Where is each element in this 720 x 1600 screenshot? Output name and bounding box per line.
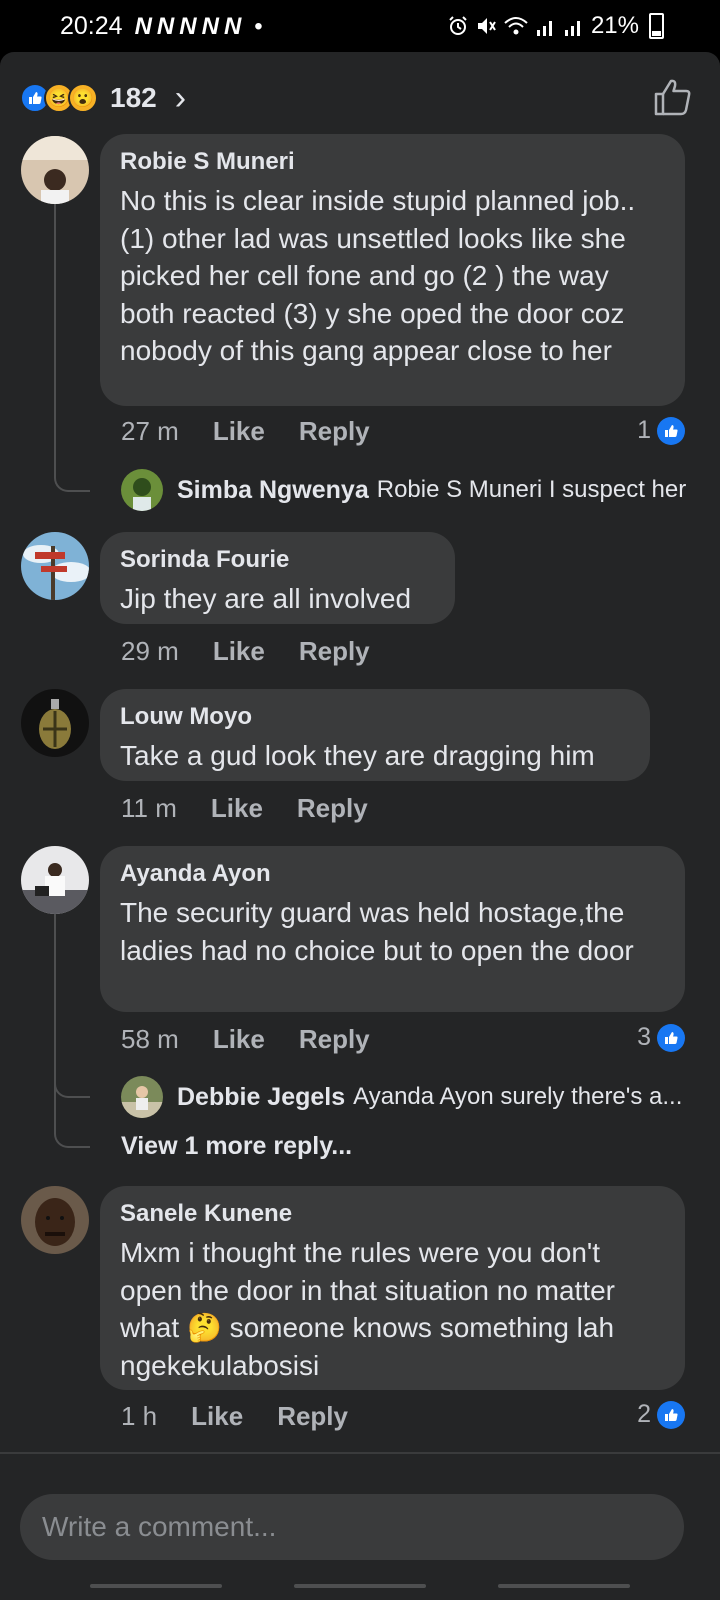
view-more-replies-link[interactable]: View 1 more reply... xyxy=(121,1132,352,1161)
status-left: 20:24 N N N N N • xyxy=(60,12,263,41)
comment-actions: 11 m Like Reply xyxy=(121,793,402,824)
like-button[interactable]: Like xyxy=(213,636,265,667)
gesture-nav-bar xyxy=(0,1580,720,1600)
reactions-summary[interactable]: 😆 😮 182 › xyxy=(20,76,186,120)
comment-bubble[interactable]: Ayanda Ayon The security guard was held … xyxy=(100,846,685,1012)
avatar[interactable] xyxy=(21,846,89,914)
reaction-count: 182 xyxy=(110,82,157,113)
thinking-face-emoji: 🤔 xyxy=(186,1312,222,1343)
like-button[interactable]: Like xyxy=(213,416,265,447)
notification-icon: N xyxy=(201,12,220,40)
like-reaction-icon xyxy=(657,416,685,445)
reply-text: Ayanda Ayon surely there's a... xyxy=(353,1083,683,1110)
reply-button[interactable]: Reply xyxy=(277,1401,348,1432)
battery-icon xyxy=(649,13,664,39)
reply-author-name[interactable]: Debbie Jegels xyxy=(177,1083,345,1112)
comment-bubble[interactable]: Robie S Muneri No this is clear inside s… xyxy=(100,134,685,406)
thread-line xyxy=(54,914,90,1148)
like-reaction-icon xyxy=(657,1023,685,1052)
commenter-name[interactable]: Louw Moyo xyxy=(120,703,630,731)
avatar[interactable] xyxy=(21,136,89,204)
avatar[interactable] xyxy=(121,469,163,511)
reply-preview[interactable]: Simba Ngwenya Robie S Muneri I suspect h… xyxy=(121,469,686,511)
avatar[interactable] xyxy=(21,1186,89,1254)
reaction-count: 1 xyxy=(637,416,651,444)
comment-time: 27 m xyxy=(121,416,179,446)
comment-actions: 29 m Like Reply xyxy=(121,636,404,667)
comment-reactions[interactable]: 3 xyxy=(637,1023,685,1052)
comment-time: 58 m xyxy=(121,1024,179,1054)
notification-icon: N xyxy=(179,12,198,40)
commenter-name[interactable]: Ayanda Ayon xyxy=(120,860,665,888)
comment-time: 11 m xyxy=(121,793,177,823)
comments-sheet: 😆 😮 182 › Robie S Muneri No this is clea… xyxy=(0,52,720,1600)
avatar[interactable] xyxy=(121,1076,163,1118)
comment-text: No this is clear inside stupid planned j… xyxy=(120,185,636,366)
avatar[interactable] xyxy=(21,532,89,600)
reply-button[interactable]: Reply xyxy=(299,1024,370,1055)
status-bar: 20:24 N N N N N • 21% xyxy=(0,0,720,52)
like-button[interactable]: Like xyxy=(191,1401,243,1432)
mute-icon xyxy=(477,18,496,34)
reaction-count: 2 xyxy=(637,1400,651,1428)
comment-time: 29 m xyxy=(121,636,179,666)
thread-line xyxy=(54,200,90,492)
comment-reactions[interactable]: 1 xyxy=(637,416,685,445)
comment-text: Jip they are all involved xyxy=(120,583,412,614)
notification-icon: N xyxy=(223,12,243,40)
like-outline-icon[interactable] xyxy=(652,76,694,118)
comment-text: Mxm i thought the rules were you don't o… xyxy=(120,1234,665,1384)
like-reaction-icon xyxy=(657,1400,685,1429)
battery-percent: 21% xyxy=(590,12,639,39)
reply-author-name[interactable]: Simba Ngwenya xyxy=(177,476,369,505)
commenter-name[interactable]: Robie S Muneri xyxy=(120,148,665,176)
reply-preview[interactable]: Debbie Jegels Ayanda Ayon surely there's… xyxy=(121,1076,682,1118)
reply-button[interactable]: Reply xyxy=(299,416,370,447)
comment-reactions[interactable]: 2 xyxy=(637,1400,685,1429)
like-button[interactable]: Like xyxy=(213,1024,265,1055)
comment-time: 1 h xyxy=(121,1401,158,1431)
more-notifications-dot: • xyxy=(254,12,263,40)
reaction-icons: 😆 😮 xyxy=(20,83,98,113)
comment-text: The security guard was held hostage,the … xyxy=(120,897,634,966)
notification-icon: N xyxy=(134,12,153,40)
nav-indicator xyxy=(294,1584,426,1588)
nav-indicator xyxy=(90,1584,222,1588)
like-button[interactable]: Like xyxy=(211,793,263,824)
notification-icon: N xyxy=(156,12,176,40)
comment-bubble[interactable]: Louw Moyo Take a gud look they are dragg… xyxy=(100,689,650,781)
comment-bubble[interactable]: Sorinda Fourie Jip they are all involved xyxy=(100,532,455,624)
comment-actions: 1 h Like Reply xyxy=(121,1401,382,1432)
chevron-right-icon: › xyxy=(174,79,187,117)
signal-icon xyxy=(536,21,552,36)
signal-icon xyxy=(564,21,580,36)
reaction-count: 3 xyxy=(637,1023,651,1051)
commenter-name[interactable]: Sanele Kunene xyxy=(120,1200,665,1228)
reply-button[interactable]: Reply xyxy=(297,793,368,824)
status-time: 20:24 xyxy=(60,12,123,40)
wifi-icon xyxy=(504,17,528,35)
status-right: 21% xyxy=(447,12,664,40)
nav-indicator xyxy=(498,1584,630,1588)
comment-actions: 58 m Like Reply xyxy=(121,1024,404,1055)
comment-text: Take a gud look they are dragging him xyxy=(120,740,595,771)
commenter-name[interactable]: Sorinda Fourie xyxy=(120,546,435,574)
comment-composer[interactable] xyxy=(20,1494,684,1560)
avatar[interactable] xyxy=(21,689,89,757)
comment-bubble[interactable]: Sanele Kunene Mxm i thought the rules we… xyxy=(100,1186,685,1390)
alarm-icon xyxy=(449,16,467,35)
reply-text: Robie S Muneri I suspect her xyxy=(376,476,687,503)
comment-actions: 27 m Like Reply xyxy=(121,416,404,447)
write-comment-input[interactable] xyxy=(20,1494,684,1560)
reply-button[interactable]: Reply xyxy=(299,636,370,667)
wow-reaction-icon: 😮 xyxy=(68,83,98,113)
divider xyxy=(0,1452,720,1454)
